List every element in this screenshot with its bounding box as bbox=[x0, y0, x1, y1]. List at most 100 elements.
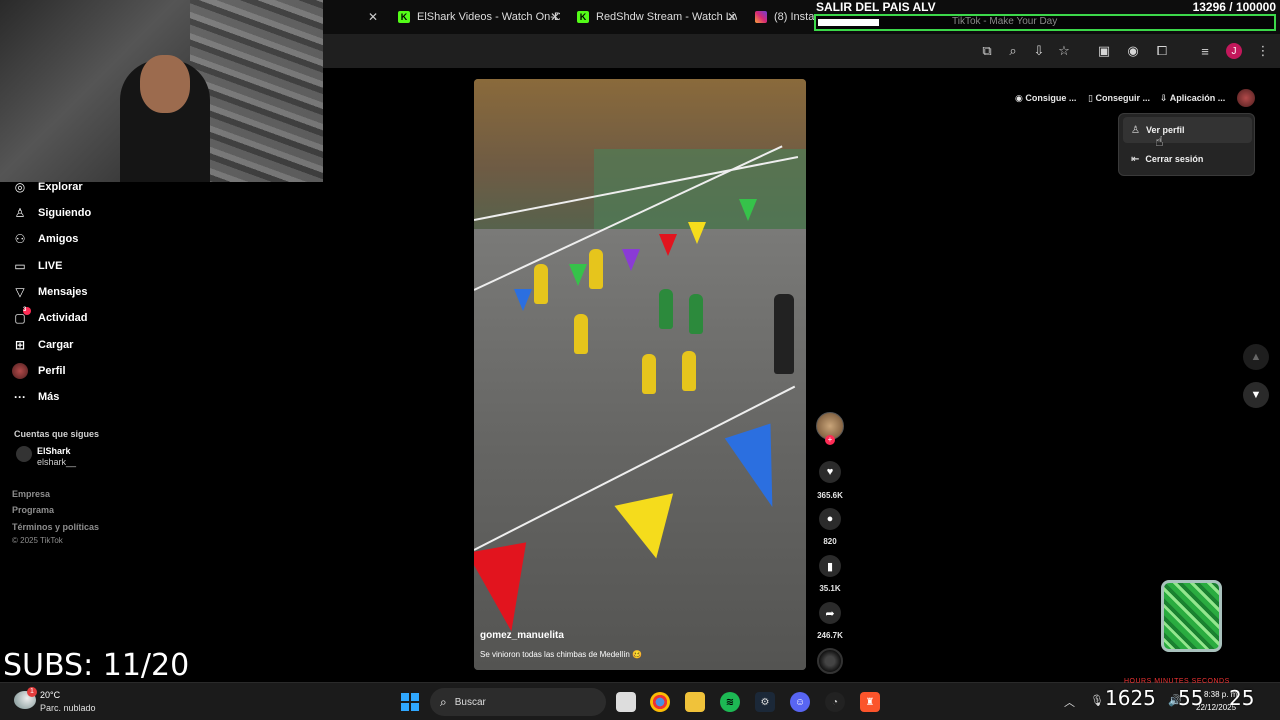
timer-minutes: 55 bbox=[1178, 686, 1204, 710]
sidebar-item-label: Más bbox=[38, 391, 60, 403]
zoom-icon[interactable]: ⌕ bbox=[1005, 43, 1021, 59]
tab-label: (8) Instagram bbox=[774, 11, 815, 23]
compass-icon: ◎ bbox=[14, 180, 26, 194]
screenshot-icon[interactable]: ▣ bbox=[1096, 43, 1112, 59]
goal-progress-bar: TikTok - Make Your Day bbox=[814, 14, 1276, 31]
profile-avatar bbox=[12, 363, 28, 379]
following-account[interactable]: ElShark elshark__ bbox=[16, 446, 76, 468]
music-disc-icon[interactable] bbox=[817, 648, 843, 674]
taskbar-search[interactable]: ⌕ Buscar bbox=[430, 688, 606, 716]
sidebar-item-label: Amigos bbox=[38, 233, 79, 245]
menu-item-label: Ver perfil bbox=[1145, 125, 1185, 135]
sidebar-item-label: LIVE bbox=[38, 260, 63, 272]
heart-icon[interactable]: ♥ bbox=[819, 461, 841, 483]
timer-seconds: 25 bbox=[1229, 686, 1255, 710]
extension-icon[interactable]: ◉ bbox=[1125, 43, 1141, 59]
chevron-up-icon[interactable]: ︿ bbox=[1064, 694, 1075, 710]
menu-item-label: Cerrar sesión bbox=[1145, 154, 1204, 164]
goal-title: SALIR DEL PAIS ALV bbox=[816, 0, 936, 14]
steam-icon[interactable]: ⚙ bbox=[755, 692, 775, 712]
bookmark-icon[interactable]: ▮ bbox=[819, 555, 841, 577]
sidebar-item-mas[interactable]: ··· Más bbox=[12, 389, 59, 405]
browser-profile-avatar[interactable]: J bbox=[1226, 43, 1242, 59]
comment-icon[interactable]: ● bbox=[819, 508, 841, 530]
send-icon: ▽ bbox=[15, 285, 25, 299]
video-author[interactable]: gomez_manuelita bbox=[480, 630, 564, 641]
spotify-icon[interactable]: ≋ bbox=[720, 692, 740, 712]
puzzle-icon[interactable]: ⧠ bbox=[1154, 43, 1170, 59]
close-icon[interactable]: ✕ bbox=[727, 10, 737, 24]
footer-link-terminos[interactable]: Términos y políticas bbox=[12, 522, 99, 532]
sidebar-item-explorar[interactable]: ◎ Explorar bbox=[12, 179, 83, 195]
discord-icon[interactable]: ☺ bbox=[790, 692, 810, 712]
header-link-consigue[interactable]: ◉ Consigue ... bbox=[1015, 93, 1076, 104]
sidebar-item-perfil[interactable]: Perfil bbox=[12, 363, 66, 379]
temperature: 20°C bbox=[40, 690, 61, 700]
saves-count: 35.1K bbox=[819, 584, 841, 593]
header-link-label: Consigue ... bbox=[1025, 93, 1077, 103]
avatar bbox=[16, 446, 32, 462]
goal-count: 13296 / 100000 bbox=[1192, 0, 1276, 14]
activity-icon: ▢ 3 bbox=[12, 307, 31, 326]
sidebar-item-live[interactable]: ▭ LIVE bbox=[12, 258, 62, 274]
close-icon[interactable]: ✕ bbox=[550, 10, 560, 24]
brave-icon[interactable]: ♜ bbox=[860, 692, 880, 712]
obs-icon[interactable]: ◔ bbox=[825, 692, 845, 712]
person-icon: ♙ bbox=[14, 206, 26, 220]
sidebar-item-amigos[interactable]: ⚇ Amigos bbox=[12, 231, 79, 247]
sidebar-item-label: Cargar bbox=[38, 339, 74, 351]
footer-link-empresa[interactable]: Empresa bbox=[12, 489, 50, 499]
sidebar-item-actividad[interactable]: ▢ 3 Actividad bbox=[12, 307, 88, 326]
search-placeholder: Buscar bbox=[454, 696, 486, 708]
kick-icon: K bbox=[398, 11, 410, 23]
subs-counter: SUBS: 11/20 bbox=[3, 648, 190, 683]
activity-badge: 3 bbox=[23, 307, 31, 315]
timer-hours: 1625 bbox=[1105, 686, 1156, 710]
footer-link-programa[interactable]: Programa bbox=[12, 505, 54, 515]
sidebar-item-label: Siguiendo bbox=[38, 207, 92, 219]
timer-labels: HOURS MINUTES SECONDS bbox=[1124, 678, 1230, 685]
sidebar-item-label: Perfil bbox=[38, 365, 66, 377]
header-link-conseguir[interactable]: ▯ Conseguir ... bbox=[1088, 93, 1150, 104]
sidebar-item-label: Actividad bbox=[38, 312, 88, 324]
chevron-up-icon[interactable]: ▲ bbox=[1243, 344, 1269, 370]
menu-kebab-icon[interactable]: ⋮ bbox=[1255, 43, 1271, 59]
sidebar-item-siguiendo[interactable]: ♙ Siguiendo bbox=[12, 205, 92, 221]
more-icon: ··· bbox=[14, 390, 26, 404]
install-icon[interactable]: ⇩ bbox=[1031, 43, 1047, 59]
video-player[interactable]: gomez_manuelita Se vinioron todas las ch… bbox=[474, 79, 806, 670]
browser-tab[interactable]: K RedShdw Stream - Watch Liv ✕ bbox=[577, 6, 737, 28]
chrome-icon[interactable] bbox=[650, 692, 670, 712]
follow-plus-icon[interactable]: + bbox=[825, 435, 835, 445]
sidebar-item-cargar[interactable]: ⊞ Cargar bbox=[12, 337, 74, 353]
tab-close-button[interactable]: ✕ bbox=[368, 6, 382, 28]
media-icon[interactable]: ≡ bbox=[1197, 43, 1213, 59]
active-tab-label[interactable]: TikTok - Make Your Day bbox=[952, 16, 1057, 27]
profile-avatar[interactable] bbox=[1237, 89, 1255, 107]
comments-count: 820 bbox=[823, 537, 837, 546]
menu-item-cerrar-sesion[interactable]: ⇤ Cerrar sesión bbox=[1123, 146, 1252, 172]
profile-menu: ♙ Ver perfil ⇤ Cerrar sesión bbox=[1118, 113, 1255, 176]
header-link-aplicacion[interactable]: ⇩ Aplicación ... bbox=[1160, 93, 1225, 104]
instagram-icon bbox=[755, 11, 767, 23]
file-explorer-icon[interactable] bbox=[685, 692, 705, 712]
browser-tab[interactable]: (8) Instagram bbox=[755, 6, 815, 28]
windows-start-icon[interactable] bbox=[401, 693, 419, 711]
browser-tab[interactable]: K ElShark Videos - Watch On-D ✕ bbox=[398, 6, 560, 28]
microphone-icon[interactable]: 🎙 bbox=[1090, 694, 1104, 707]
logout-icon: ⇤ bbox=[1131, 153, 1140, 165]
following-name: ElShark bbox=[37, 446, 71, 456]
person-icon: ♙ bbox=[1131, 124, 1140, 136]
sidebar-item-label: Explorar bbox=[38, 181, 83, 193]
following-username: elshark__ bbox=[37, 457, 77, 467]
sidebar-item-mensajes[interactable]: ▽ Mensajes bbox=[12, 284, 87, 300]
tab-label: ElShark Videos - Watch On-D bbox=[417, 11, 560, 23]
share-icon[interactable]: ➦ bbox=[819, 602, 841, 624]
bookmark-star-icon[interactable]: ☆ bbox=[1056, 43, 1072, 59]
translate-icon[interactable]: ⧉ bbox=[979, 43, 995, 59]
goal-progress-fill bbox=[818, 19, 879, 26]
task-view-icon[interactable] bbox=[616, 692, 636, 712]
chevron-down-icon[interactable]: ▼ bbox=[1243, 382, 1269, 408]
friends-icon: ⚇ bbox=[14, 232, 26, 246]
menu-item-ver-perfil[interactable]: ♙ Ver perfil bbox=[1123, 117, 1252, 143]
